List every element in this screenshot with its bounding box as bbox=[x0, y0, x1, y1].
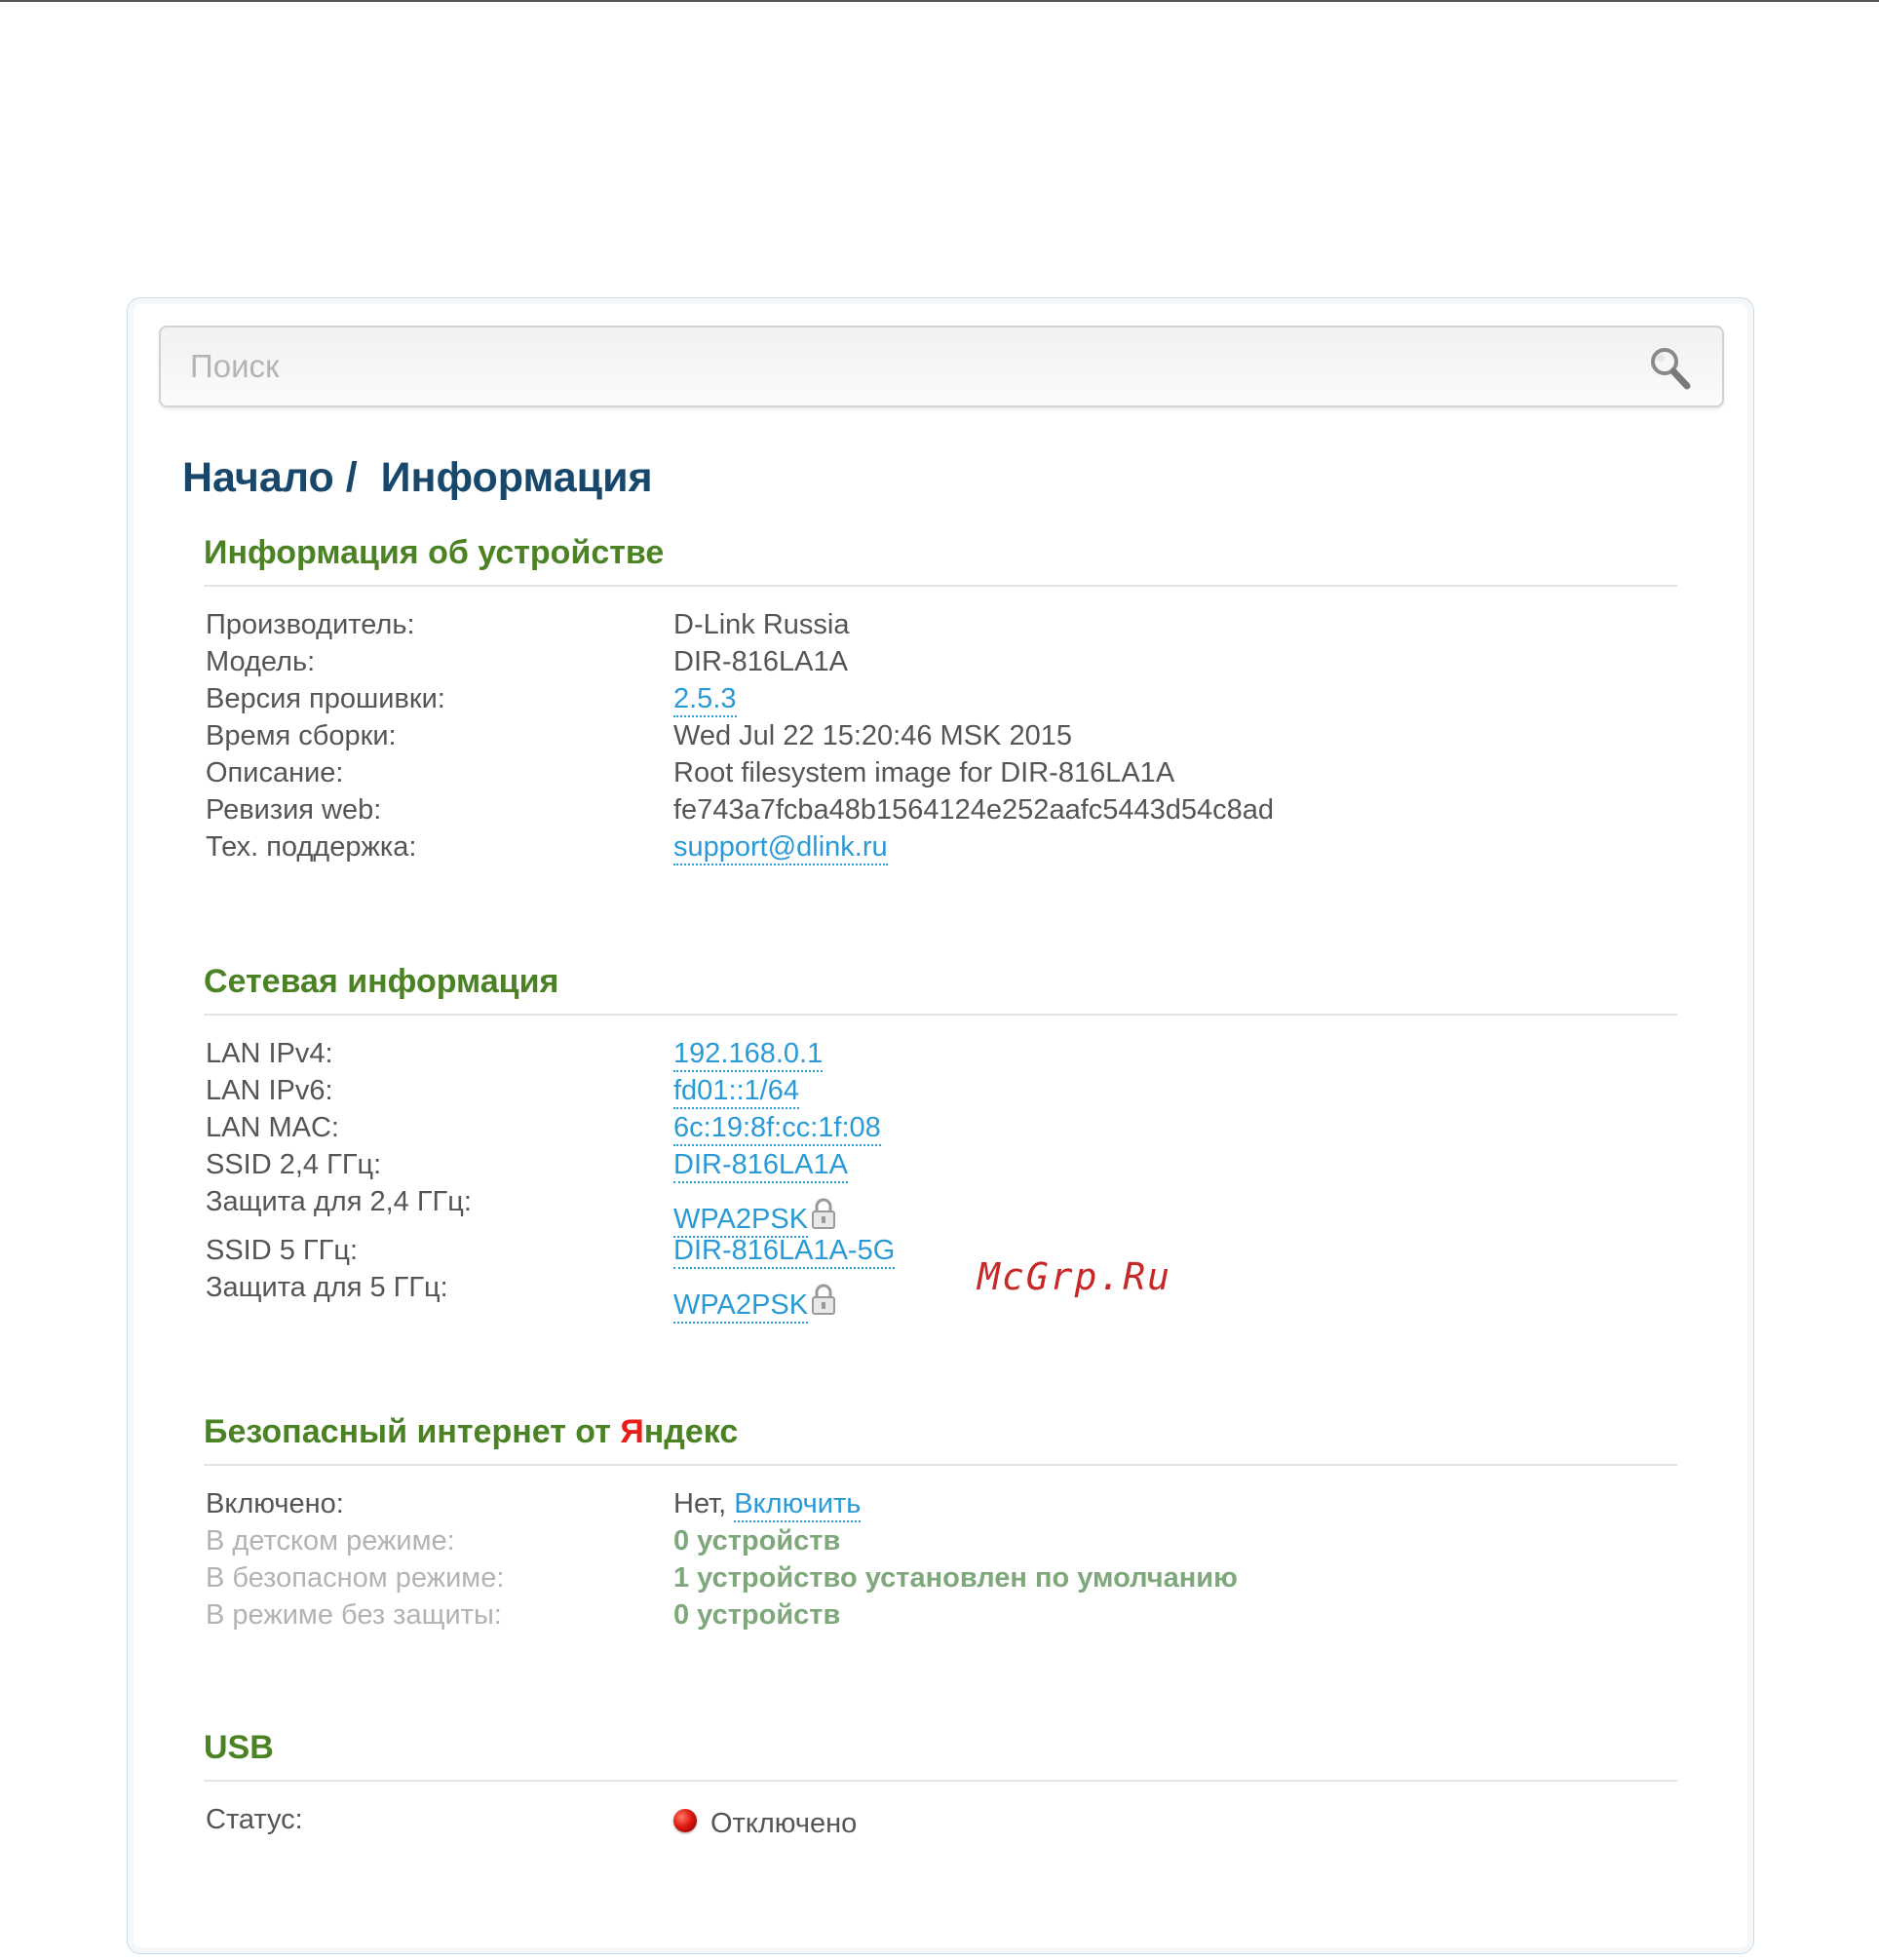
row-value: WPA2PSK bbox=[673, 1283, 837, 1324]
network-info-section: Сетевая информация LAN IPv4: 192.168.0.1… bbox=[204, 957, 1677, 1327]
info-row-lan-ipv6: LAN IPv6: fd01::1/64 bbox=[204, 1072, 1677, 1109]
row-label: LAN MAC: bbox=[206, 1112, 339, 1143]
info-row-firmware: Версия прошивки: 2.5.3 bbox=[204, 680, 1677, 717]
divider bbox=[204, 1014, 1677, 1016]
info-row-security-24: Защита для 2,4 ГГц: WPA2PSK bbox=[204, 1183, 1677, 1238]
search-icon[interactable] bbox=[1648, 345, 1693, 392]
row-label: В режиме без защиты: bbox=[206, 1599, 502, 1631]
row-label: Защита для 2,4 ГГц: bbox=[206, 1186, 472, 1217]
divider bbox=[204, 1780, 1677, 1782]
ssid-24-link[interactable]: DIR-816LA1A bbox=[673, 1148, 848, 1183]
row-value: Root filesystem image for DIR-816LA1A bbox=[673, 757, 1175, 788]
info-row-no-protection: В режиме без защиты: 0 устройств bbox=[204, 1596, 1677, 1633]
row-label: SSID 5 ГГц: bbox=[206, 1235, 359, 1266]
info-row-child-mode: В детском режиме: 0 устройств bbox=[204, 1522, 1677, 1559]
info-row-lan-mac: LAN MAC: 6c:19:8f:cc:1f:08 bbox=[204, 1109, 1677, 1146]
row-value: 2.5.3 bbox=[673, 680, 737, 717]
row-label: В безопасном режиме: bbox=[206, 1562, 505, 1594]
main-panel: Начало / Информация Информация об устрой… bbox=[127, 297, 1754, 1954]
search-input[interactable] bbox=[190, 337, 1632, 396]
info-row-ssid-5: SSID 5 ГГц: DIR-816LA1A-5G bbox=[204, 1232, 1677, 1269]
row-label: LAN IPv6: bbox=[206, 1075, 333, 1106]
breadcrumb-home[interactable]: Начало / bbox=[182, 454, 358, 501]
lan-ipv4-link[interactable]: 192.168.0.1 bbox=[673, 1037, 824, 1072]
row-label: Производитель: bbox=[206, 609, 415, 640]
yandex-logo-letter: Я bbox=[620, 1413, 644, 1450]
support-email-link[interactable]: support@dlink.ru bbox=[673, 830, 888, 865]
info-row-enabled: Включено: Нет, Включить bbox=[204, 1485, 1677, 1522]
row-value: DIR-816LA1A bbox=[673, 646, 848, 677]
info-row-safe-mode: В безопасном режиме: 1 устройство устано… bbox=[204, 1559, 1677, 1596]
row-value: DIR-816LA1A bbox=[673, 1146, 848, 1183]
info-row-manufacturer: Производитель: D-Link Russia bbox=[204, 606, 1677, 643]
row-label: Версия прошивки: bbox=[206, 683, 445, 714]
lock-icon bbox=[812, 1284, 836, 1315]
row-value: 0 устройств bbox=[673, 1525, 841, 1556]
firmware-link[interactable]: 2.5.3 bbox=[673, 682, 737, 717]
divider bbox=[204, 585, 1677, 587]
row-label: LAN IPv4: bbox=[206, 1038, 333, 1069]
info-row-usb-status: Статус: Отключено bbox=[204, 1801, 1677, 1844]
info-row-web-revision: Ревизия web: fe743a7fcba48b1564124e252aa… bbox=[204, 791, 1677, 828]
info-row-ssid-24: SSID 2,4 ГГц: DIR-816LA1A bbox=[204, 1146, 1677, 1183]
row-label: Ревизия web: bbox=[206, 794, 382, 826]
row-value: D-Link Russia bbox=[673, 609, 850, 640]
row-label: Описание: bbox=[206, 757, 344, 788]
ssid-5-link[interactable]: DIR-816LA1A-5G bbox=[673, 1234, 896, 1269]
yandex-section: Безопасный интернет от Яндекс Включено: … bbox=[204, 1407, 1677, 1641]
title-rest: ндекс bbox=[643, 1413, 739, 1450]
top-rule bbox=[0, 0, 1879, 2]
row-label: В детском режиме: bbox=[206, 1525, 455, 1556]
lan-mac-link[interactable]: 6c:19:8f:cc:1f:08 bbox=[673, 1111, 881, 1146]
security-5-link[interactable]: WPA2PSK bbox=[673, 1288, 809, 1324]
row-value: fe743a7fcba48b1564124e252aafc5443d54c8ad bbox=[673, 794, 1275, 826]
info-row-model: Модель: DIR-816LA1A bbox=[204, 643, 1677, 680]
enabled-value: Нет, bbox=[673, 1488, 727, 1519]
search-box bbox=[159, 326, 1724, 407]
lan-ipv6-link[interactable]: fd01::1/64 bbox=[673, 1074, 799, 1109]
row-value: DIR-816LA1A-5G bbox=[673, 1232, 896, 1269]
row-value: 0 устройств bbox=[673, 1599, 841, 1631]
info-row-description: Описание: Root filesystem image for DIR-… bbox=[204, 754, 1677, 791]
section-title: Безопасный интернет от Яндекс bbox=[204, 1407, 1677, 1456]
row-value: support@dlink.ru bbox=[673, 828, 888, 865]
row-value: 1 устройство установлен по умолчанию bbox=[673, 1562, 1238, 1594]
page-title: Начало / Информация bbox=[182, 454, 653, 502]
info-row-lan-ipv4: LAN IPv4: 192.168.0.1 bbox=[204, 1035, 1677, 1072]
title-prefix: Безопасный интернет от bbox=[204, 1413, 621, 1450]
status-indicator-icon bbox=[673, 1809, 697, 1833]
section-title: USB bbox=[204, 1729, 274, 1766]
row-label: Время сборки: bbox=[206, 720, 397, 751]
row-value: Нет, Включить bbox=[673, 1485, 862, 1522]
row-value: Wed Jul 22 15:20:46 MSK 2015 bbox=[673, 720, 1072, 751]
device-info-section: Информация об устройстве Производитель: … bbox=[204, 528, 1677, 865]
row-value: 6c:19:8f:cc:1f:08 bbox=[673, 1109, 881, 1146]
section-title: Информация об устройстве bbox=[204, 534, 665, 571]
breadcrumb-current: Информация bbox=[380, 454, 653, 501]
row-label: SSID 2,4 ГГц: bbox=[206, 1149, 382, 1180]
row-label: Включено: bbox=[206, 1488, 344, 1519]
section-title: Сетевая информация bbox=[204, 963, 559, 1000]
lock-icon bbox=[812, 1198, 836, 1229]
info-row-security-5: Защита для 5 ГГц: WPA2PSK bbox=[204, 1269, 1677, 1324]
row-value: Отключено bbox=[673, 1805, 857, 1842]
usb-section: USB Статус: Отключено bbox=[204, 1723, 1677, 1860]
row-label: Тех. поддержка: bbox=[206, 831, 417, 863]
usb-status-text: Отключено bbox=[710, 1808, 858, 1839]
row-value: fd01::1/64 bbox=[673, 1072, 799, 1109]
row-label: Статус: bbox=[206, 1804, 303, 1835]
divider bbox=[204, 1464, 1677, 1466]
row-value: 192.168.0.1 bbox=[673, 1035, 824, 1072]
info-row-support: Тех. поддержка: support@dlink.ru bbox=[204, 828, 1677, 865]
row-label: Модель: bbox=[206, 646, 316, 677]
enable-link[interactable]: Включить bbox=[734, 1487, 862, 1522]
info-row-build-time: Время сборки: Wed Jul 22 15:20:46 MSK 20… bbox=[204, 717, 1677, 754]
row-label: Защита для 5 ГГц: bbox=[206, 1272, 448, 1303]
